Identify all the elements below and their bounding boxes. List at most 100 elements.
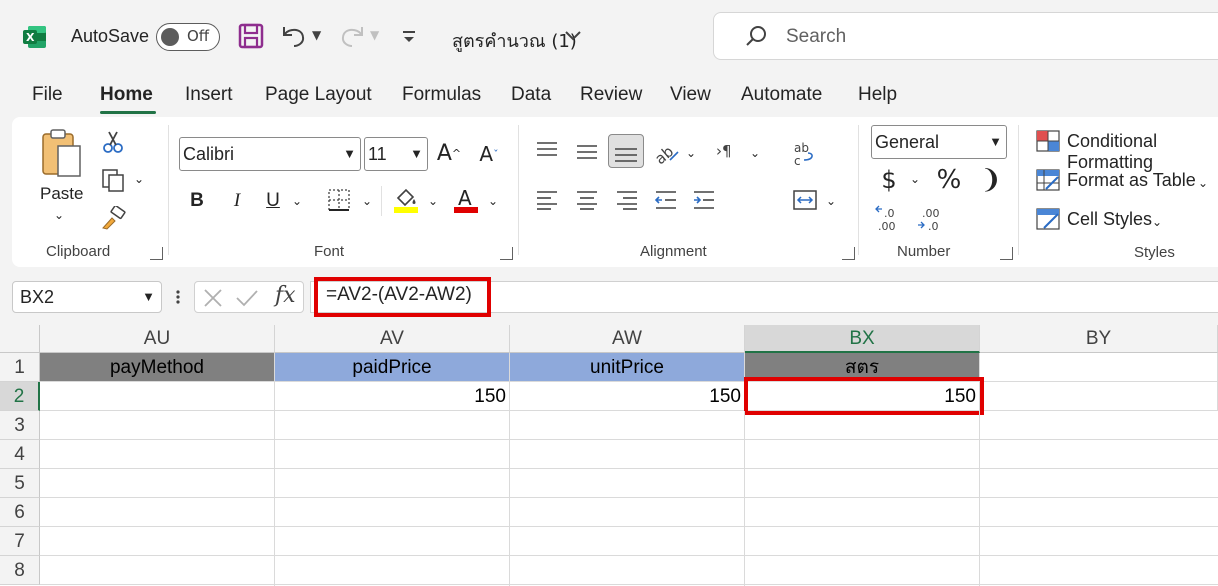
cell-av1[interactable]: paidPrice bbox=[275, 353, 510, 382]
text-direction-dropdown-icon[interactable]: ⌄ bbox=[750, 146, 760, 160]
menu-view[interactable]: View bbox=[670, 84, 711, 106]
column-header-av[interactable]: AV bbox=[275, 325, 510, 353]
increase-indent-icon[interactable] bbox=[692, 190, 716, 210]
accounting-dropdown-icon[interactable]: ⌄ bbox=[910, 172, 920, 186]
increase-font-size-icon[interactable]: A ^ bbox=[436, 138, 462, 168]
cell-styles-dropdown-icon[interactable]: ⌄ bbox=[1152, 215, 1162, 229]
comma-style-button[interactable]: ❩ bbox=[980, 165, 1002, 195]
cell-styles-icon[interactable] bbox=[1036, 208, 1060, 230]
align-right-icon[interactable] bbox=[616, 190, 638, 210]
row-header-7[interactable]: 7 bbox=[0, 527, 40, 556]
menu-help[interactable]: Help bbox=[858, 84, 897, 106]
cancel-icon[interactable] bbox=[203, 288, 223, 308]
italic-button[interactable]: I bbox=[226, 187, 248, 215]
align-left-icon[interactable] bbox=[536, 190, 558, 210]
name-box-dropdown-icon[interactable]: ▼ bbox=[142, 282, 155, 312]
column-header-au[interactable]: AU bbox=[40, 325, 275, 353]
title-chevron-down-icon[interactable] bbox=[564, 26, 582, 46]
font-size-dropdown-icon[interactable]: ▼ bbox=[410, 138, 423, 170]
paste-chevron-down-icon[interactable]: ⌄ bbox=[54, 208, 64, 222]
merge-dropdown-icon[interactable]: ⌄ bbox=[826, 194, 836, 208]
align-bottom-button[interactable] bbox=[608, 134, 644, 168]
row-header-4[interactable]: 4 bbox=[0, 440, 40, 469]
menu-insert[interactable]: Insert bbox=[185, 84, 233, 106]
paste-icon[interactable] bbox=[40, 128, 84, 180]
number-format-combo[interactable]: General ▼ bbox=[871, 125, 1007, 159]
enter-icon[interactable] bbox=[235, 288, 259, 308]
number-launcher-icon[interactable] bbox=[1000, 247, 1013, 260]
decrease-font-size-icon[interactable]: Aˇ bbox=[476, 140, 502, 168]
orientation-icon[interactable]: ab bbox=[651, 140, 680, 168]
conditional-formatting-button[interactable]: Conditional Formatting bbox=[1067, 131, 1218, 173]
row-header-1[interactable]: 1 bbox=[0, 353, 40, 382]
font-name-dropdown-icon[interactable]: ▼ bbox=[343, 138, 356, 170]
cell-au1[interactable]: payMethod bbox=[40, 353, 275, 382]
cell-styles-button[interactable]: Cell Styles bbox=[1067, 209, 1152, 230]
row-header-8[interactable]: 8 bbox=[0, 556, 40, 585]
decrease-decimal-icon[interactable]: .00.0 bbox=[916, 205, 946, 233]
cell-aw2[interactable]: 150 bbox=[510, 382, 745, 411]
row-header-3[interactable]: 3 bbox=[0, 411, 40, 440]
customize-toolbar-icon[interactable] bbox=[400, 24, 418, 48]
increase-decimal-icon[interactable]: .0.00 bbox=[874, 205, 904, 233]
undo-icon[interactable] bbox=[280, 23, 308, 49]
format-as-table-button[interactable]: Format as Table bbox=[1067, 170, 1196, 191]
select-all-corner[interactable] bbox=[0, 325, 40, 353]
conditional-formatting-icon[interactable] bbox=[1036, 130, 1060, 152]
format-as-table-icon[interactable] bbox=[1036, 169, 1060, 191]
alignment-launcher-icon[interactable] bbox=[842, 247, 855, 260]
text-direction-icon[interactable]: ›¶ bbox=[716, 142, 742, 162]
menu-data[interactable]: Data bbox=[511, 84, 551, 106]
cell-by1[interactable] bbox=[980, 353, 1218, 382]
merge-center-icon[interactable] bbox=[792, 188, 818, 212]
cell-by2[interactable] bbox=[980, 382, 1218, 411]
number-format-dropdown-icon[interactable]: ▼ bbox=[989, 126, 1002, 158]
row-header-2[interactable]: 2 bbox=[0, 382, 40, 411]
font-color-icon[interactable]: A bbox=[452, 186, 480, 214]
wrap-text-icon[interactable]: ab c bbox=[792, 140, 818, 168]
font-name-combo[interactable]: Calibri ▼ bbox=[179, 137, 361, 171]
menu-home[interactable]: Home bbox=[100, 84, 153, 106]
font-launcher-icon[interactable] bbox=[500, 247, 513, 260]
font-size-combo[interactable]: 11 ▼ bbox=[364, 137, 428, 171]
autosave-toggle[interactable]: Off bbox=[156, 23, 220, 51]
menu-formulas[interactable]: Formulas bbox=[402, 84, 481, 106]
fill-color-dropdown-icon[interactable]: ⌄ bbox=[428, 194, 438, 208]
menu-page-layout[interactable]: Page Layout bbox=[265, 84, 372, 106]
empty-rows[interactable] bbox=[40, 411, 1218, 586]
borders-dropdown-icon[interactable]: ⌄ bbox=[362, 194, 372, 208]
formula-bar-options-icon[interactable] bbox=[175, 288, 181, 306]
save-icon[interactable] bbox=[238, 23, 264, 49]
column-header-bx[interactable]: BX bbox=[745, 325, 980, 353]
search-box[interactable]: Search bbox=[713, 12, 1218, 60]
borders-icon[interactable] bbox=[327, 188, 351, 212]
menu-automate[interactable]: Automate bbox=[741, 84, 822, 106]
row-header-6[interactable]: 6 bbox=[0, 498, 40, 527]
insert-function-icon[interactable]: fx bbox=[275, 283, 296, 308]
document-title[interactable]: สูตรคำนวณ (1) bbox=[452, 26, 577, 55]
accounting-format-button[interactable]: $ bbox=[878, 166, 900, 194]
cell-aw1[interactable]: unitPrice bbox=[510, 353, 745, 382]
fill-color-icon[interactable] bbox=[392, 186, 420, 214]
bold-button[interactable]: B bbox=[186, 187, 208, 215]
cell-au2[interactable] bbox=[40, 382, 275, 411]
font-color-dropdown-icon[interactable]: ⌄ bbox=[488, 194, 498, 208]
cell-av2[interactable]: 150 bbox=[275, 382, 510, 411]
menu-file[interactable]: File bbox=[32, 84, 63, 106]
cut-icon[interactable] bbox=[102, 130, 124, 154]
column-header-by[interactable]: BY bbox=[980, 325, 1218, 353]
decrease-indent-icon[interactable] bbox=[654, 190, 678, 210]
clipboard-launcher-icon[interactable] bbox=[150, 247, 163, 260]
row-header-5[interactable]: 5 bbox=[0, 469, 40, 498]
align-top-icon[interactable] bbox=[536, 140, 558, 160]
column-header-aw[interactable]: AW bbox=[510, 325, 745, 353]
percent-style-button[interactable]: % bbox=[934, 165, 964, 195]
underline-dropdown-icon[interactable]: ⌄ bbox=[292, 194, 302, 208]
paste-label[interactable]: Paste bbox=[40, 184, 83, 204]
menu-review[interactable]: Review bbox=[580, 84, 642, 106]
format-painter-icon[interactable] bbox=[100, 204, 126, 230]
format-table-dropdown-icon[interactable]: ⌄ bbox=[1198, 176, 1208, 190]
copy-dropdown-icon[interactable]: ⌄ bbox=[134, 172, 144, 186]
align-center-icon[interactable] bbox=[576, 190, 598, 210]
orientation-dropdown-icon[interactable]: ⌄ bbox=[686, 146, 696, 160]
